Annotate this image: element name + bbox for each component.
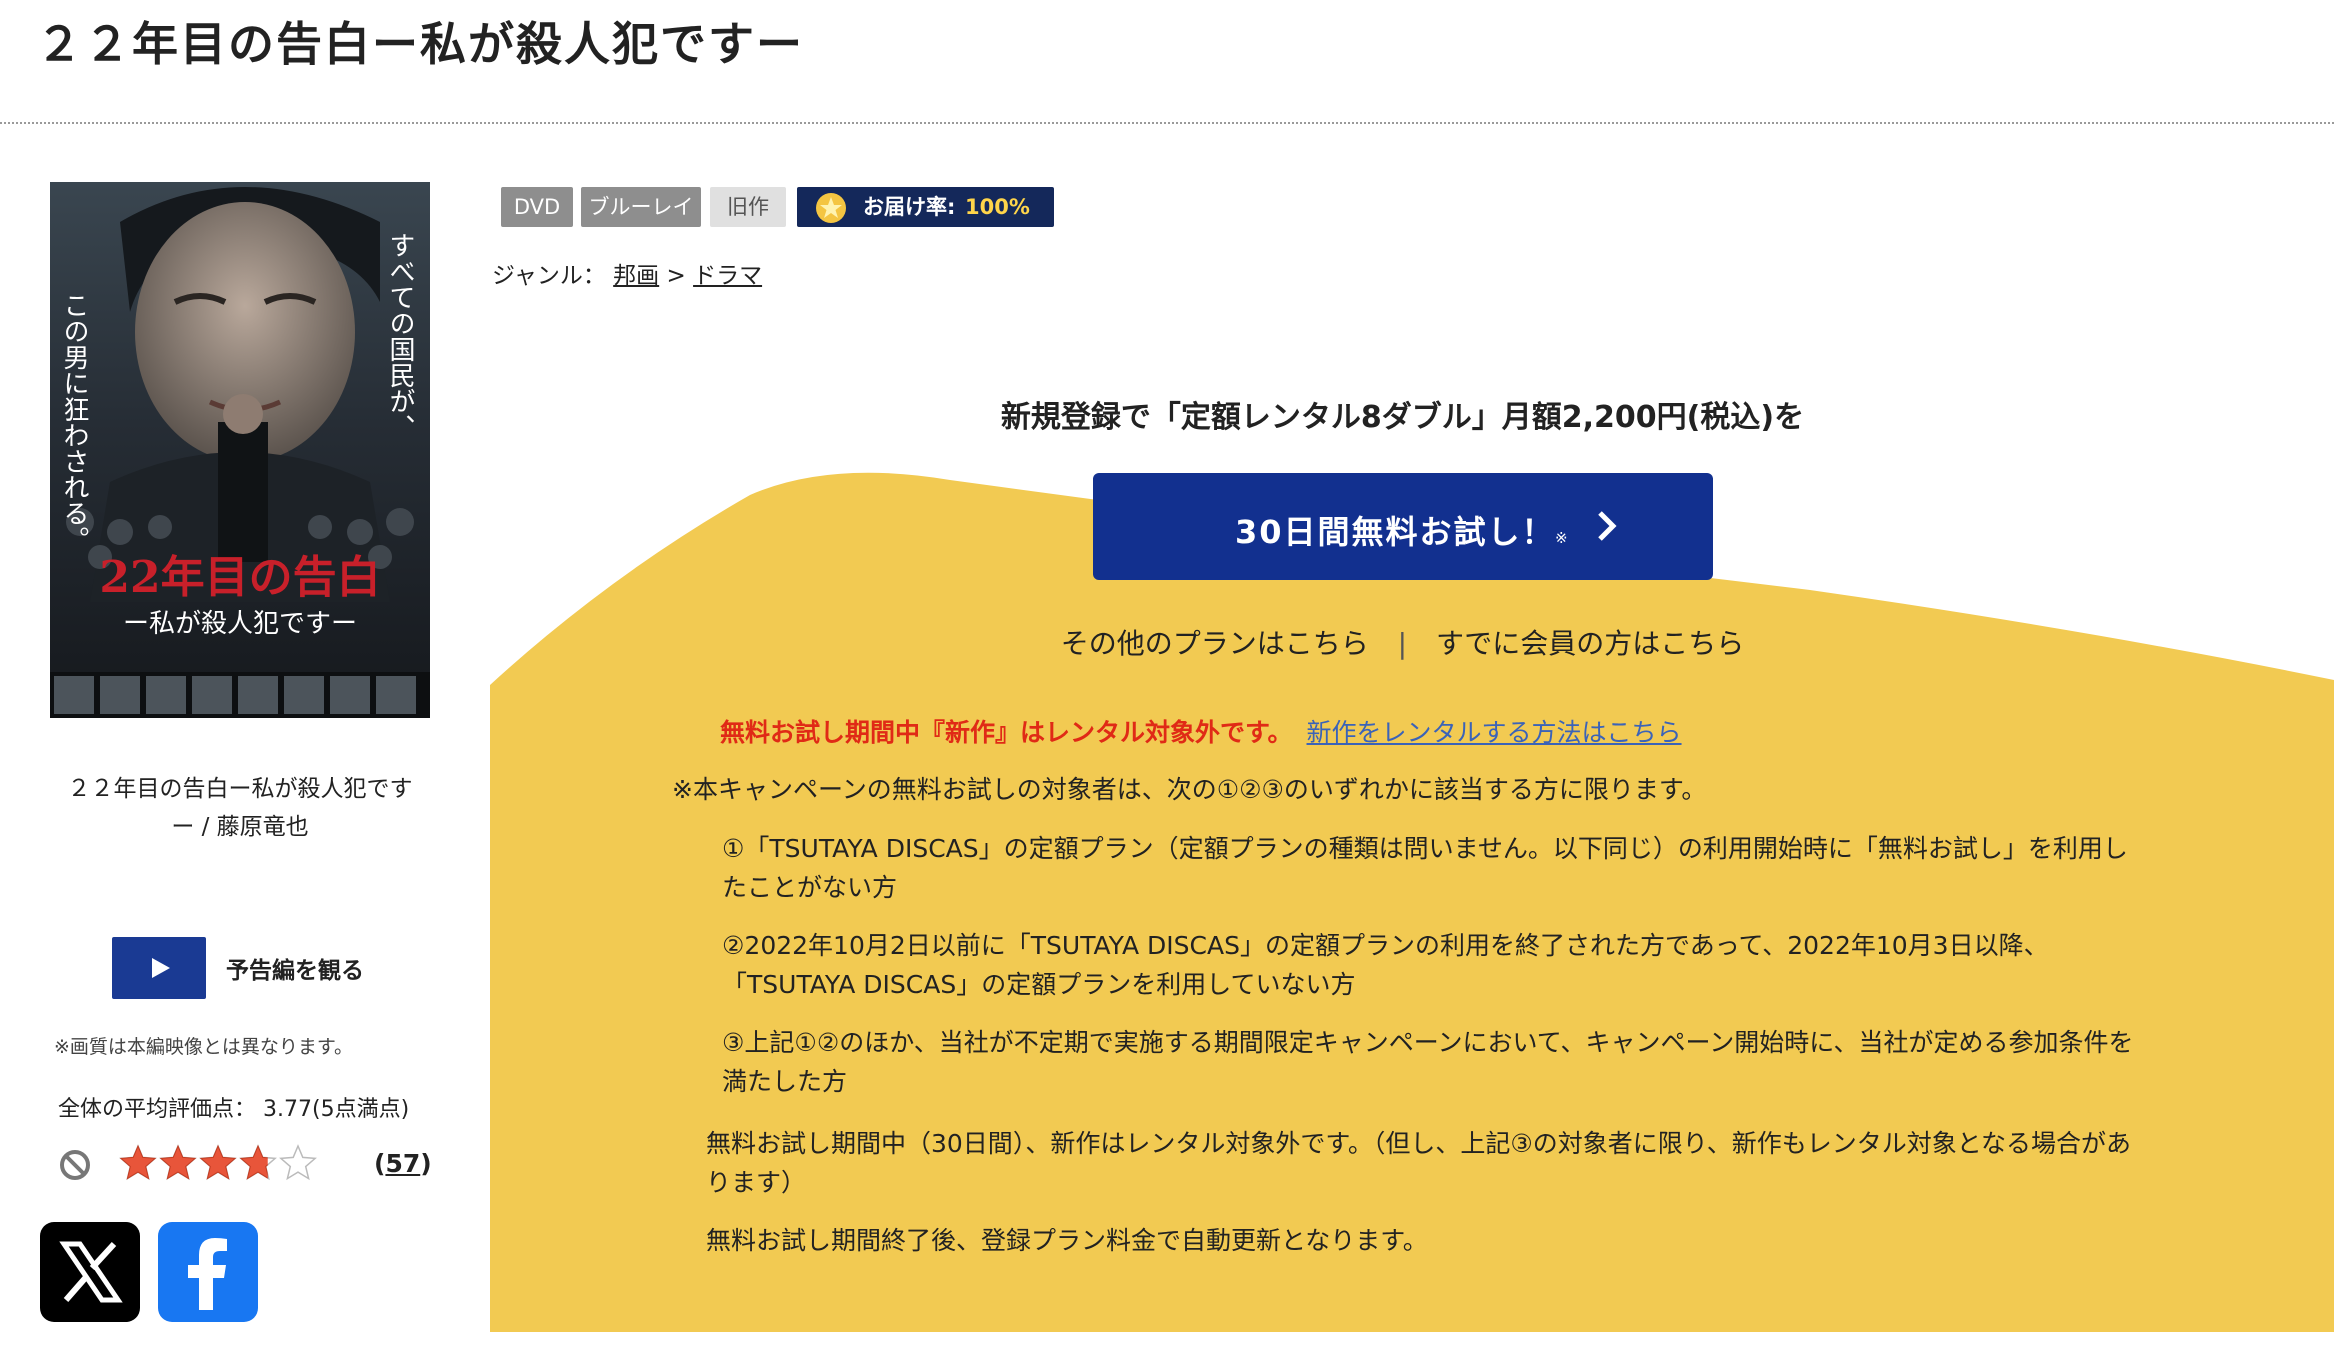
genre-separator: > <box>666 263 686 289</box>
eligibility-intro: ※本キャンペーンの無料お試しの対象者は、次の①②③のいずれかに該当する方に限りま… <box>672 775 1707 804</box>
star-icon-filled <box>119 1144 157 1180</box>
prohibited-icon[interactable] <box>58 1148 92 1186</box>
facebook-logo-icon <box>188 1238 227 1310</box>
badge-old-release: 旧作 <box>710 187 786 227</box>
badge-bluray: ブルーレイ <box>581 187 701 227</box>
caption-line-1: ２２年目の告白ー私が殺人犯です <box>67 776 413 802</box>
product-poster[interactable]: 22年目の告白 ー私が殺人犯ですー すべての国民が、 この男に狂わされる。 <box>50 182 430 718</box>
poster-subtitle: ー私が殺人犯ですー <box>123 609 357 639</box>
trailer-label[interactable]: 予告編を観る <box>226 951 364 985</box>
x-logo-icon <box>59 1241 123 1303</box>
poster-image: 22年目の告白 ー私が殺人犯ですー すべての国民が、 この男に狂わされる。 <box>50 182 430 718</box>
genre-link-drama[interactable]: ドラマ <box>693 263 762 289</box>
title-divider <box>0 122 2334 124</box>
review-count-number[interactable]: 57 <box>385 1149 420 1178</box>
genre-label: ジャンル： <box>492 263 606 289</box>
campaign-headline: 新規登録で「定額レンタル8ダブル」月額2,200円(税込)を <box>1000 400 1805 435</box>
page-title: ２２年目の告白ー私が殺人犯ですー <box>36 17 804 71</box>
play-icon <box>152 958 170 978</box>
average-rating-label: 全体の平均評価点： <box>58 1097 257 1122</box>
auto-renewal-note: 無料お試し期間終了後、登録プラン料金で自動更新となります。 <box>706 1226 1428 1255</box>
new-release-warning: 無料お試し期間中『新作』はレンタル対象外です。 <box>720 718 1293 747</box>
x-share-button[interactable] <box>40 1222 140 1322</box>
average-rating-value: 3.77(5点満点) <box>263 1097 410 1122</box>
review-count-open: ( <box>374 1149 386 1178</box>
genre-breadcrumb: ジャンル： 邦画 > ドラマ <box>492 256 762 290</box>
free-trial-button[interactable]: 30日間無料お試し！ ※ <box>1093 473 1713 580</box>
free-trial-label: 30日間無料お試し！ <box>1235 513 1556 551</box>
eligibility-item-1: ①「TSUTAYA DISCAS」の定額プラン（定額プランの種類は問いません。以… <box>722 834 2128 902</box>
eligibility-item-3: ③上記①②のほか、当社が不定期で実施する期間限定キャンペーンにおいて、キャンペー… <box>722 1028 2134 1096</box>
star-icon-filled <box>159 1144 197 1180</box>
other-plans-link[interactable]: その他のプランはこちら <box>1061 627 1369 660</box>
star-badge-icon <box>816 193 846 223</box>
poster-title: 22年目の告白 <box>99 552 380 603</box>
chevron-right-icon <box>1598 511 1617 541</box>
eligibility-item-2: ②2022年10月2日以前に「TSUTAYA DISCAS」の定額プランの利用を… <box>722 931 2049 999</box>
free-trial-note-mark: ※ <box>1555 529 1568 547</box>
star-icon <box>279 1144 317 1181</box>
plan-links: その他のプランはこちら | すでに会員の方はこちら <box>495 622 2310 662</box>
star-icon-filled <box>199 1144 237 1180</box>
quality-note: ※画質は本編映像とは異なります。 <box>54 1036 354 1058</box>
trailer-play-button[interactable] <box>112 937 206 999</box>
delivery-rate-label: お届け率: <box>863 195 956 219</box>
genre-link-hougaku[interactable]: 邦画 <box>613 263 659 289</box>
review-count[interactable]: (57) <box>374 1149 432 1178</box>
existing-member-link[interactable]: すでに会員の方はこちら <box>1436 627 1744 660</box>
trial-period-note: 無料お試し期間中（30日間）、新作はレンタル対象外です。（但し、上記③の対象者に… <box>706 1129 2131 1197</box>
delivery-rate-value: 100% <box>965 195 1030 219</box>
new-release-howto-link[interactable]: 新作をレンタルする方法はこちら <box>1307 718 1682 747</box>
poster-copy-right: すべての国民が、 <box>385 232 415 440</box>
star-rating[interactable] <box>118 1142 328 1190</box>
product-caption[interactable]: ２２年目の告白ー私が殺人犯です ー / 藤原竜也 <box>40 770 440 846</box>
caption-line-2: ー / 藤原竜也 <box>171 814 309 840</box>
badge-delivery-rate: お届け率: 100% <box>797 187 1054 227</box>
poster-copy-left: この男に狂わされる。 <box>59 292 89 552</box>
badge-dvd: DVD <box>501 187 573 227</box>
facebook-share-button[interactable] <box>158 1222 258 1322</box>
average-rating: 全体の平均評価点： 3.77(5点満点) <box>58 1091 409 1123</box>
review-count-close: ) <box>420 1149 432 1178</box>
plan-links-separator: | <box>1397 627 1408 660</box>
new-release-notice: 無料お試し期間中『新作』はレンタル対象外です。 新作をレンタルする方法はこちら <box>720 713 1682 749</box>
